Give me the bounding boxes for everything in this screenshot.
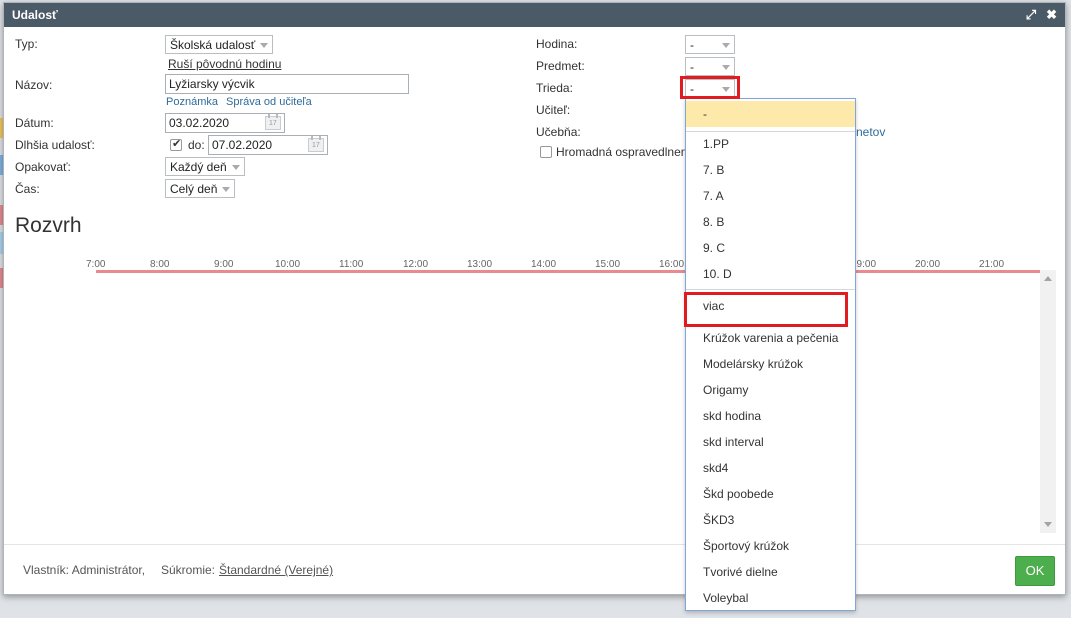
do-date-input[interactable]: 07.02.2020 [208,135,328,155]
dropdown-option[interactable]: Voleybal [686,585,855,611]
hodina-value: - [690,38,694,52]
maximize-icon[interactable]: ⤢ [1026,7,1036,23]
datum-input[interactable]: 03.02.2020 [165,113,285,133]
datum-value: 03.02.2020 [169,116,230,130]
dropdown-option[interactable]: 8. B [686,209,855,235]
chevron-down-icon [232,165,240,170]
dropdown-option[interactable]: 7. B [686,157,855,183]
hromadna-checkbox[interactable] [540,146,552,158]
dropdown-option[interactable]: Športový krúžok [686,533,855,559]
ucitel-label: Učiteľ: [536,103,571,117]
do-date-value: 07.02.2020 [212,138,273,152]
annotation-box-trieda [680,76,740,99]
schedule-scrollbar[interactable] [1040,270,1056,533]
typ-label: Typ: [15,37,38,51]
hour-tick: 11:00 [339,259,364,270]
dropdown-option[interactable]: Modelársky krúžok [686,351,855,377]
dropdown-option[interactable]: Krúžok varenia a pečenia [686,325,855,351]
opakovat-select[interactable]: Každý deň [165,157,245,176]
nazov-label: Názov: [15,78,53,92]
dropdown-option[interactable]: 1.PP [686,131,855,157]
dialog-title: Udalosť [12,8,58,22]
trieda-dropdown-list: - 1.PP 7. B 7. A 8. B 9. C 10. D viac Kr… [685,98,856,611]
opakovat-value: Každý deň [170,160,227,174]
hodina-select[interactable]: - [685,35,735,54]
ucebna-link[interactable]: netov [856,125,885,139]
scroll-down-icon[interactable] [1044,522,1052,527]
dialog-titlebar: Udalosť ⤢ ✖ [4,3,1065,27]
schedule-timeline [96,270,1040,273]
dlhsia-udalost-checkbox[interactable] [170,137,182,151]
hour-tick: 15:00 [595,259,621,270]
hour-tick: 8:00 [150,259,170,270]
privacy-link[interactable]: Štandardné (Verejné) [219,563,333,577]
typ-value: Školská udalosť [170,38,256,52]
dropdown-option[interactable]: skd interval [686,429,855,455]
hour-tick: 21:00 [979,259,1005,270]
hodina-label: Hodina: [536,37,578,51]
dropdown-option[interactable]: Origamy [686,377,855,403]
hour-tick: 20:00 [915,259,941,270]
hour-tick: 10:00 [275,259,301,270]
dropdown-option[interactable]: Tvorivé dielne [686,559,855,585]
ok-button[interactable]: OK [1015,556,1055,586]
predmet-select[interactable]: - [685,57,735,76]
ucebna-label: Učebňa: [536,125,581,139]
hour-tick: 7:00 [86,259,106,270]
rozvrh-heading: Rozvrh [15,214,82,237]
cas-value: Celý deň [170,182,218,196]
dropdown-option-selected[interactable]: - [686,101,855,127]
dialog-footer: Vlastník: Administrátor, Súkromie: Štand… [4,544,1065,594]
hour-tick: 12:00 [403,259,429,270]
dropdown-option[interactable]: 7. A [686,183,855,209]
dropdown-option[interactable]: Škd poobede [686,481,855,507]
datum-label: Dátum: [15,116,54,130]
hour-tick: 14:00 [531,259,557,270]
chevron-down-icon [222,187,230,192]
hour-tick: 16:00 [659,259,685,270]
typ-select[interactable]: Školská udalosť [165,35,273,54]
privacy-label: Súkromie: [161,563,216,577]
dlhsia-udalost-label: Dlhšia udalosť: [15,138,95,152]
dropdown-option[interactable]: skd hodina [686,403,855,429]
dropdown-option[interactable]: 10. D [686,261,855,287]
sprava-od-ucitela-link[interactable]: Správa od učiteľa [226,96,312,108]
calendar-icon[interactable] [265,114,281,130]
owner-text: Vlastník: Administrátor, [23,563,146,577]
scroll-up-icon[interactable] [1044,276,1052,281]
opakovat-label: Opakovať: [15,160,71,174]
close-icon[interactable]: ✖ [1046,7,1057,23]
annotation-box-viac [684,292,848,327]
calendar-icon[interactable] [308,136,324,152]
hour-tick: 9:00 [214,259,234,270]
rusi-povodnu-hodinu-link[interactable]: Ruší pôvodnú hodinu [168,57,281,71]
dropdown-separator [686,289,855,290]
trieda-label: Trieda: [536,81,573,95]
hromadna-label: Hromadná ospravedlnen [556,145,688,159]
chevron-down-icon [722,65,730,70]
dropdown-option[interactable]: ŠKD3 [686,507,855,533]
cas-select[interactable]: Celý deň [165,179,235,198]
event-dialog: Udalosť ⤢ ✖ Typ: Školská udalosť Ruší pô… [3,2,1066,595]
dropdown-option[interactable]: skd4 [686,455,855,481]
dropdown-option[interactable]: 9. C [686,235,855,261]
hour-tick: 13:00 [467,259,493,270]
chevron-down-icon [722,43,730,48]
predmet-value: - [690,60,694,74]
cas-label: Čas: [15,182,40,196]
chevron-down-icon [260,43,268,48]
do-label: do: [188,138,205,152]
predmet-label: Predmet: [536,59,585,73]
nazov-input[interactable]: Lyžiarsky výcvik [165,74,409,94]
poznamka-link[interactable]: Poznámka [166,96,218,108]
